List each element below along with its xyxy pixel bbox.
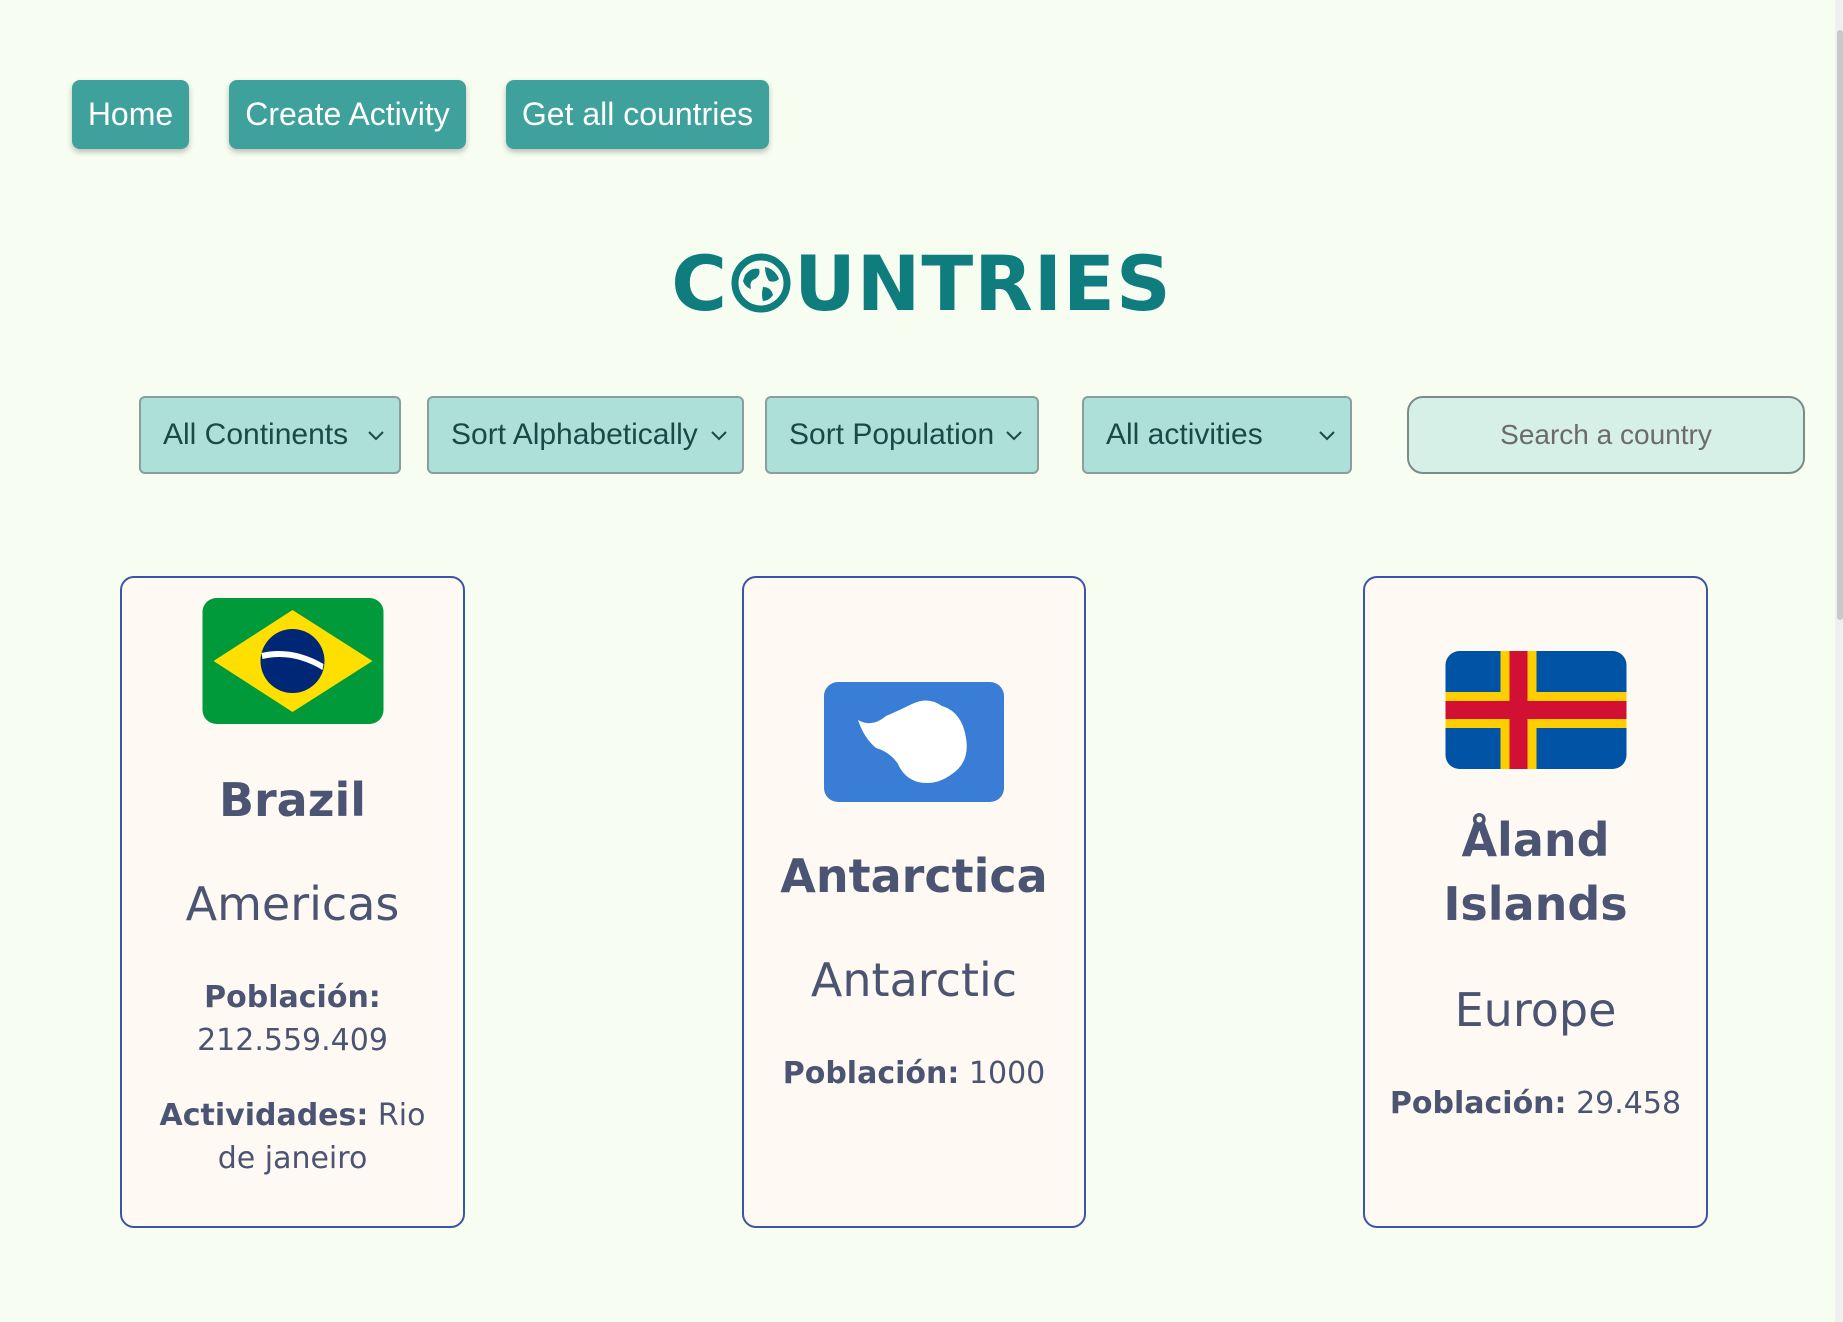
country-continent: Antarctic: [810, 953, 1018, 1007]
antarctica-flag-icon: [824, 682, 1004, 802]
search-input[interactable]: [1407, 396, 1805, 474]
home-button[interactable]: Home: [72, 80, 189, 149]
alphabetical-sort-value: Sort Alphabetically: [451, 418, 698, 451]
title-text-start: C: [671, 238, 729, 328]
aland-flag-icon: [1445, 651, 1626, 769]
brazil-flag-icon: [202, 598, 383, 724]
create-activity-button[interactable]: Create Activity: [229, 80, 466, 149]
country-population: Población: 212.559.409: [142, 976, 443, 1062]
globe-icon: [731, 253, 791, 313]
country-population: Población: 29.458: [1385, 1082, 1686, 1125]
country-card-antarctica[interactable]: Antarctica Antarctic Población: 1000: [742, 576, 1086, 1228]
population-value: 29.458: [1576, 1086, 1682, 1121]
population-label: Población:: [782, 1056, 960, 1091]
country-activities: Actividades: Rio de janeiro: [142, 1094, 443, 1180]
population-label: Población:: [1389, 1086, 1567, 1121]
chevron-down-icon: [1319, 431, 1335, 441]
page-title: C UNTRIES: [0, 238, 1843, 328]
activities-label: Actividades:: [159, 1098, 369, 1133]
chevron-down-icon: [1006, 431, 1022, 441]
country-continent: Americas: [185, 877, 400, 931]
country-continent: Europe: [1454, 983, 1617, 1037]
country-name: Antarctica: [780, 849, 1048, 903]
activities-select-value: All activities: [1106, 418, 1263, 451]
get-all-countries-button[interactable]: Get all countries: [506, 80, 769, 149]
population-label: Población:: [204, 980, 381, 1015]
population-value: 212.559.409: [197, 1023, 388, 1058]
country-population: Población: 1000: [764, 1052, 1064, 1095]
population-sort-select[interactable]: Sort Population: [765, 396, 1039, 474]
alphabetical-sort-select[interactable]: Sort Alphabetically: [427, 396, 744, 474]
population-value: 1000: [968, 1056, 1046, 1091]
country-card-brazil[interactable]: Brazil Americas Población: 212.559.409 A…: [120, 576, 465, 1228]
population-sort-value: Sort Population: [789, 418, 995, 451]
country-name: Brazil: [218, 773, 367, 827]
chevron-down-icon: [368, 431, 384, 441]
activities-select[interactable]: All activities: [1082, 396, 1352, 474]
continent-select[interactable]: All Continents: [139, 396, 401, 474]
chevron-down-icon: [711, 431, 727, 441]
country-card-aland-islands[interactable]: Åland Islands Europe Población: 29.458: [1363, 576, 1708, 1228]
scrollbar-track[interactable]: [1835, 0, 1843, 1322]
title-text-end: UNTRIES: [794, 238, 1172, 328]
continent-select-value: All Continents: [163, 418, 349, 451]
country-name: Åland Islands: [1443, 813, 1628, 931]
scrollbar-thumb[interactable]: [1837, 30, 1843, 620]
